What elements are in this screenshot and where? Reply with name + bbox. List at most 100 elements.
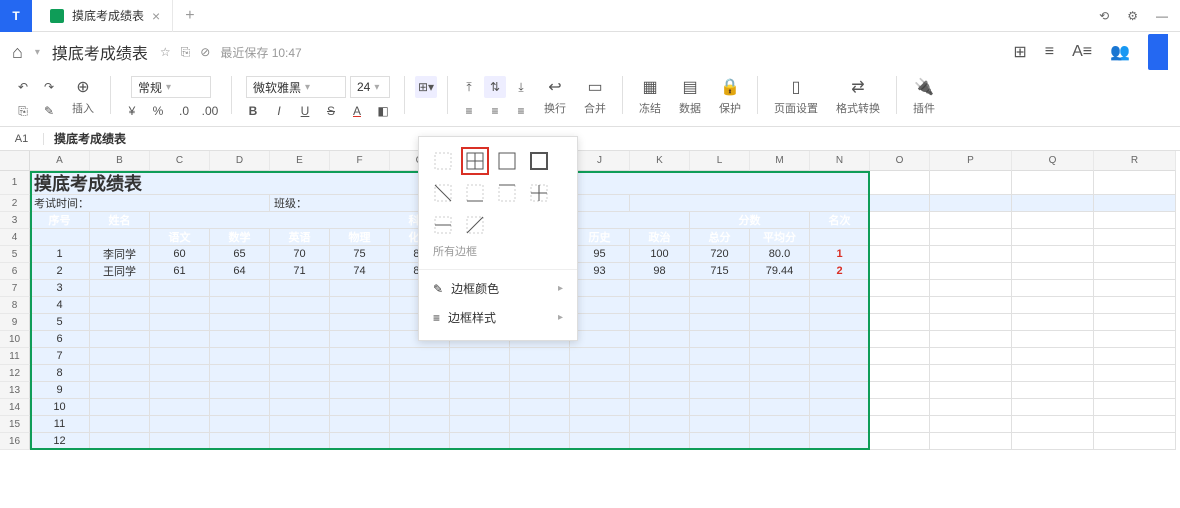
document-tab[interactable]: 摸底考成绩表 × (38, 0, 173, 32)
cell[interactable] (870, 280, 930, 297)
cell[interactable] (1094, 246, 1176, 263)
rank-cell[interactable]: 1 (810, 246, 870, 263)
italic-button[interactable]: I (268, 100, 290, 122)
value-cell[interactable] (450, 382, 510, 399)
value-cell[interactable] (570, 365, 630, 382)
value-cell[interactable]: 95 (570, 246, 630, 263)
value-cell[interactable] (510, 382, 570, 399)
value-cell[interactable] (390, 348, 450, 365)
value-cell[interactable] (390, 365, 450, 382)
value-cell[interactable] (150, 416, 210, 433)
row-header[interactable]: 9 (0, 314, 30, 331)
settings-icon[interactable]: ⚙ (1127, 9, 1138, 23)
border-top-option[interactable] (495, 181, 519, 205)
value-cell[interactable] (330, 348, 390, 365)
cell[interactable] (930, 433, 1012, 450)
col-header[interactable]: D (210, 151, 270, 171)
value-cell[interactable] (150, 433, 210, 450)
value-cell[interactable] (330, 314, 390, 331)
text-format-icon[interactable]: A≡ (1072, 43, 1092, 61)
value-cell[interactable] (270, 314, 330, 331)
seq-cell[interactable]: 1 (30, 246, 90, 263)
value-cell[interactable] (750, 416, 810, 433)
name-cell[interactable] (90, 399, 150, 416)
col-header[interactable]: O (870, 151, 930, 171)
align-right-button[interactable]: ≡ (510, 100, 532, 122)
row-header[interactable]: 13 (0, 382, 30, 399)
value-cell[interactable]: 79.44 (750, 263, 810, 280)
value-cell[interactable] (510, 399, 570, 416)
border-diag-down-option[interactable] (431, 181, 455, 205)
cell[interactable] (1012, 212, 1094, 229)
rank-cell[interactable] (810, 365, 870, 382)
name-cell[interactable] (90, 297, 150, 314)
row-header[interactable]: 15 (0, 416, 30, 433)
value-cell[interactable] (570, 297, 630, 314)
col-header[interactable]: R (1094, 151, 1176, 171)
value-cell[interactable] (630, 297, 690, 314)
cell[interactable] (930, 365, 1012, 382)
value-cell[interactable]: 100 (630, 246, 690, 263)
cell[interactable] (1094, 297, 1176, 314)
cell[interactable] (930, 348, 1012, 365)
cell[interactable] (1094, 195, 1176, 212)
seq-cell[interactable]: 4 (30, 297, 90, 314)
value-cell[interactable] (750, 314, 810, 331)
cell[interactable] (90, 229, 150, 246)
cell[interactable] (930, 195, 1012, 212)
cell[interactable] (1094, 416, 1176, 433)
row-header[interactable]: 11 (0, 348, 30, 365)
value-cell[interactable] (750, 280, 810, 297)
value-cell[interactable] (570, 433, 630, 450)
protect-button[interactable]: 🔒 保护 (713, 76, 747, 122)
border-color-menu[interactable]: ✎边框颜色 ▸ (419, 274, 577, 303)
col-header[interactable]: M (750, 151, 810, 171)
value-cell[interactable] (210, 331, 270, 348)
cell[interactable] (1094, 314, 1176, 331)
value-cell[interactable] (750, 382, 810, 399)
value-cell[interactable] (150, 280, 210, 297)
value-cell[interactable] (630, 348, 690, 365)
cell[interactable] (1012, 297, 1094, 314)
value-cell[interactable] (270, 331, 330, 348)
cell[interactable] (1012, 416, 1094, 433)
cell[interactable] (30, 229, 90, 246)
folder-icon[interactable]: ⎘ (181, 45, 191, 60)
valign-middle-button[interactable]: ⇅ (484, 76, 506, 98)
row-header[interactable]: 6 (0, 263, 30, 280)
cell[interactable] (870, 171, 930, 195)
subject-header[interactable]: 历史 (570, 229, 630, 246)
name-cell[interactable] (90, 416, 150, 433)
value-cell[interactable] (270, 433, 330, 450)
name-cell[interactable] (90, 331, 150, 348)
seq-cell[interactable]: 3 (30, 280, 90, 297)
font-dropdown[interactable]: 微软雅黑▾ (246, 76, 346, 98)
font-color-button[interactable]: A (346, 100, 368, 122)
col-scores[interactable]: 分数 (690, 212, 810, 229)
value-cell[interactable] (690, 331, 750, 348)
border-all-option[interactable] (463, 149, 487, 173)
subject-header[interactable]: 数学 (210, 229, 270, 246)
value-cell[interactable]: 74 (330, 263, 390, 280)
row-header[interactable]: 10 (0, 331, 30, 348)
row-header[interactable]: 8 (0, 297, 30, 314)
cell[interactable] (1012, 171, 1094, 195)
data-button[interactable]: ▤ 数据 (673, 76, 707, 122)
value-cell[interactable]: 70 (270, 246, 330, 263)
cell[interactable] (1094, 212, 1176, 229)
cell-name-box[interactable]: A1 (0, 133, 44, 145)
rank-cell[interactable] (810, 314, 870, 331)
cell[interactable] (810, 229, 870, 246)
cell[interactable] (1094, 433, 1176, 450)
value-cell[interactable] (210, 382, 270, 399)
rank-cell[interactable] (810, 399, 870, 416)
value-cell[interactable] (330, 382, 390, 399)
value-cell[interactable] (690, 314, 750, 331)
value-cell[interactable] (330, 297, 390, 314)
subject-header[interactable]: 平均分 (750, 229, 810, 246)
name-cell[interactable] (90, 382, 150, 399)
value-cell[interactable] (630, 365, 690, 382)
home-icon[interactable]: ⌂ (12, 42, 23, 63)
row-header[interactable]: 7 (0, 280, 30, 297)
value-cell[interactable] (510, 416, 570, 433)
